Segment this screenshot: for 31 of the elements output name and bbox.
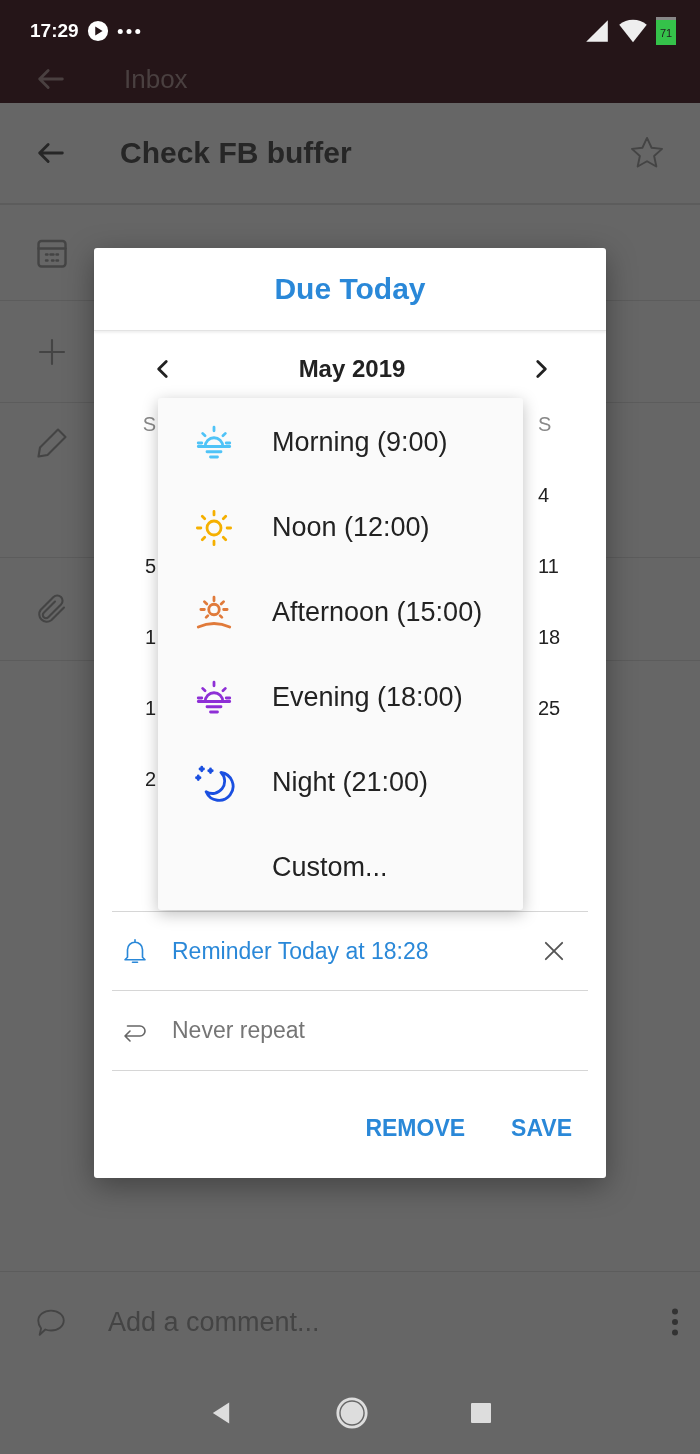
- calendar-day[interactable]: 5: [144, 555, 156, 577]
- time-option[interactable]: Night (21:00): [158, 740, 523, 825]
- time-option[interactable]: Custom...: [158, 825, 523, 910]
- calendar-day[interactable]: 25: [538, 697, 561, 719]
- remove-button[interactable]: REMOVE: [349, 1107, 482, 1150]
- calendar-day[interactable]: 4: [538, 484, 550, 506]
- month-label: May 2019: [298, 355, 406, 383]
- calendar-day[interactable]: 18: [538, 626, 561, 648]
- weekday-label: S: [142, 413, 156, 435]
- time-option[interactable]: Afternoon (15:00): [158, 570, 523, 655]
- play-icon: [86, 20, 109, 42]
- calendar-day[interactable]: 11: [538, 555, 559, 577]
- task-title: Check FB buffer: [120, 136, 353, 170]
- dialog-title: Due Today: [94, 248, 606, 331]
- reminder-label[interactable]: Reminder Today at 18:28: [172, 937, 518, 965]
- signal-icon: [584, 18, 610, 44]
- calendar-day[interactable]: 1: [144, 626, 156, 648]
- save-button[interactable]: SAVE: [495, 1107, 588, 1150]
- battery-icon: 71: [656, 17, 676, 45]
- calendar-day[interactable]: 1: [144, 697, 156, 719]
- more-vertical-icon: [672, 1307, 678, 1337]
- status-time: 17:29: [30, 20, 79, 42]
- calendar-day[interactable]: 2: [144, 768, 156, 790]
- time-option[interactable]: Noon (12:00): [158, 485, 523, 570]
- nav-home-icon: [335, 1396, 369, 1430]
- repeat-label[interactable]: Never repeat: [172, 1017, 568, 1044]
- time-option[interactable]: Evening (18:00): [158, 655, 523, 740]
- weekday-label: S: [538, 413, 552, 435]
- nav-recents-icon: [469, 1401, 493, 1425]
- time-option[interactable]: Morning (9:00): [158, 400, 523, 485]
- more-icon: [116, 28, 141, 34]
